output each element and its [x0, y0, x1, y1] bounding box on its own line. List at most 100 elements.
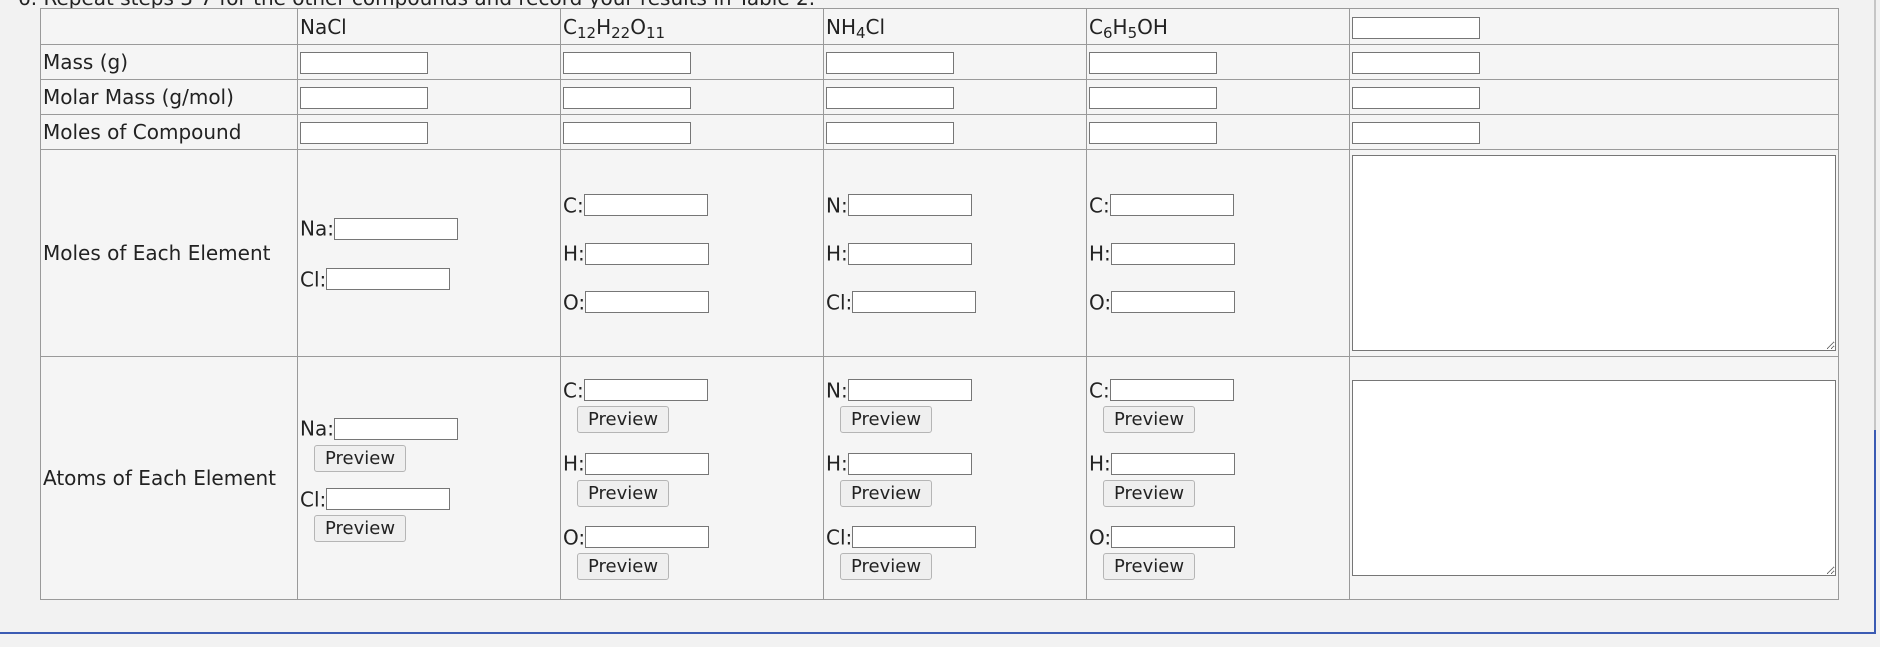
cell: Na: Cl:: [297, 149, 561, 357]
moles-input-phenol-h[interactable]: [1110, 242, 1235, 265]
header-row: NaCl C12H22O11 NH4Cl C6H5OH: [40, 8, 1839, 45]
cell: [1349, 356, 1839, 600]
preview-button[interactable]: Preview: [577, 479, 670, 507]
mass-input-nacl[interactable]: [300, 52, 428, 75]
moles-input-sucrose-o[interactable]: [585, 291, 710, 314]
element-atoms-group-nh4cl: N: Preview H: Preview Cl: Preview: [826, 376, 1084, 581]
cell: N: H: Cl:: [823, 149, 1087, 357]
element-moles-group-sucrose: C: H: O:: [563, 191, 821, 316]
moles-input-nh4cl-h[interactable]: [847, 242, 972, 265]
cell: [1086, 44, 1350, 80]
atoms-input-sucrose-o[interactable]: [585, 526, 710, 549]
atoms-input-phenol-c[interactable]: [1109, 379, 1234, 402]
preview-button[interactable]: Preview: [1103, 406, 1196, 434]
column-header-phenol: C6H5OH: [1086, 8, 1350, 45]
cell: [560, 44, 824, 80]
row-label-moles-element: Moles of Each Element: [40, 149, 298, 357]
moles-input-nacl-cl[interactable]: [326, 268, 451, 290]
element-label: Na:: [300, 416, 334, 441]
element-label: H:: [563, 451, 585, 476]
cell: C: H: O:: [560, 149, 824, 357]
element-label: H:: [1089, 241, 1111, 266]
mass-input-custom[interactable]: [1352, 52, 1480, 75]
atoms-input-nacl-na[interactable]: [333, 417, 458, 440]
row-label-atoms-element: Atoms of Each Element: [40, 356, 298, 600]
cell: [823, 44, 1087, 80]
mass-input-nh4cl[interactable]: [826, 52, 954, 75]
element-label: Cl:: [300, 267, 327, 291]
element-label: H:: [826, 241, 848, 266]
mass-input-sucrose[interactable]: [563, 52, 691, 75]
element-label: O:: [563, 290, 586, 315]
element-moles-group-phenol: C: H: O:: [1089, 191, 1347, 316]
moles-compound-input-phenol[interactable]: [1089, 122, 1217, 145]
compound-formula: C6H5OH: [1089, 14, 1168, 42]
element-label: Cl:: [826, 290, 853, 315]
element-atoms-group-sucrose: C: Preview H: Preview O: Preview: [563, 376, 821, 581]
mass-row: Mass (g): [40, 44, 1839, 80]
atoms-input-phenol-o[interactable]: [1111, 526, 1236, 549]
element-label: Cl:: [826, 525, 853, 550]
preview-button[interactable]: Preview: [840, 479, 933, 507]
atoms-input-sucrose-h[interactable]: [584, 452, 709, 475]
molar-mass-row: Molar Mass (g/mol): [40, 79, 1839, 115]
atoms-input-nh4cl-h[interactable]: [847, 452, 972, 475]
molar-mass-input-nh4cl[interactable]: [826, 87, 954, 110]
molar-mass-input-phenol[interactable]: [1089, 87, 1217, 110]
cell: [1086, 114, 1350, 150]
element-label: Cl:: [300, 487, 327, 511]
cell: [560, 114, 824, 150]
moles-compound-input-sucrose[interactable]: [563, 122, 691, 145]
atoms-input-nh4cl-cl[interactable]: [852, 526, 977, 549]
molar-mass-input-sucrose[interactable]: [563, 87, 691, 110]
atoms-input-nh4cl-n[interactable]: [847, 379, 972, 402]
corner-cell: [40, 8, 298, 45]
cell: [1086, 79, 1350, 115]
mass-input-phenol[interactable]: [1089, 52, 1217, 75]
moles-input-sucrose-c[interactable]: [583, 194, 708, 217]
moles-input-nh4cl-n[interactable]: [847, 194, 972, 217]
cell: [823, 79, 1087, 115]
compound-formula: NH4Cl: [826, 14, 886, 42]
moles-input-nh4cl-cl[interactable]: [852, 291, 977, 314]
moles-input-phenol-o[interactable]: [1111, 291, 1236, 314]
moles-compound-input-nacl[interactable]: [300, 122, 428, 145]
page: 6. Repeat steps 3-7 for the other compou…: [0, 0, 1880, 647]
preview-button[interactable]: Preview: [577, 553, 670, 581]
moles-textarea-custom[interactable]: [1352, 155, 1836, 351]
preview-button[interactable]: Preview: [314, 515, 407, 542]
moles-input-nacl-na[interactable]: [333, 217, 458, 240]
moles-input-phenol-c[interactable]: [1109, 194, 1234, 217]
moles-compound-input-nh4cl[interactable]: [826, 122, 954, 145]
atoms-input-nacl-cl[interactable]: [326, 488, 451, 510]
column-header-ammonium-chloride: NH4Cl: [823, 8, 1087, 45]
cell: [297, 79, 561, 115]
atoms-input-sucrose-c[interactable]: [583, 379, 708, 402]
cell: [823, 114, 1087, 150]
bottom-border: [0, 632, 1875, 634]
molar-mass-input-nacl[interactable]: [300, 87, 428, 110]
cell: [1349, 114, 1839, 150]
moles-compound-input-custom[interactable]: [1352, 122, 1480, 145]
element-moles-group-nh4cl: N: H: Cl:: [826, 191, 1084, 316]
element-label: C:: [563, 193, 584, 218]
cell: [297, 44, 561, 80]
custom-compound-input[interactable]: [1352, 16, 1480, 39]
moles-input-sucrose-h[interactable]: [584, 242, 709, 265]
preview-button[interactable]: Preview: [840, 406, 933, 434]
atoms-input-phenol-h[interactable]: [1110, 452, 1235, 475]
preview-button[interactable]: Preview: [577, 406, 670, 434]
compound-formula: NaCl: [300, 14, 347, 39]
cell: [1349, 149, 1839, 357]
element-label: C:: [563, 378, 584, 403]
molar-mass-input-custom[interactable]: [1352, 87, 1480, 110]
preview-button[interactable]: Preview: [1103, 479, 1196, 507]
column-header-sucrose: C12H22O11: [560, 8, 824, 45]
atoms-textarea-custom[interactable]: [1352, 380, 1836, 576]
preview-button[interactable]: Preview: [1103, 553, 1196, 581]
element-label: N:: [826, 193, 848, 218]
element-moles-group-nacl: Na: Cl:: [300, 214, 558, 292]
preview-button[interactable]: Preview: [314, 444, 407, 472]
cell: [560, 79, 824, 115]
preview-button[interactable]: Preview: [840, 553, 933, 581]
